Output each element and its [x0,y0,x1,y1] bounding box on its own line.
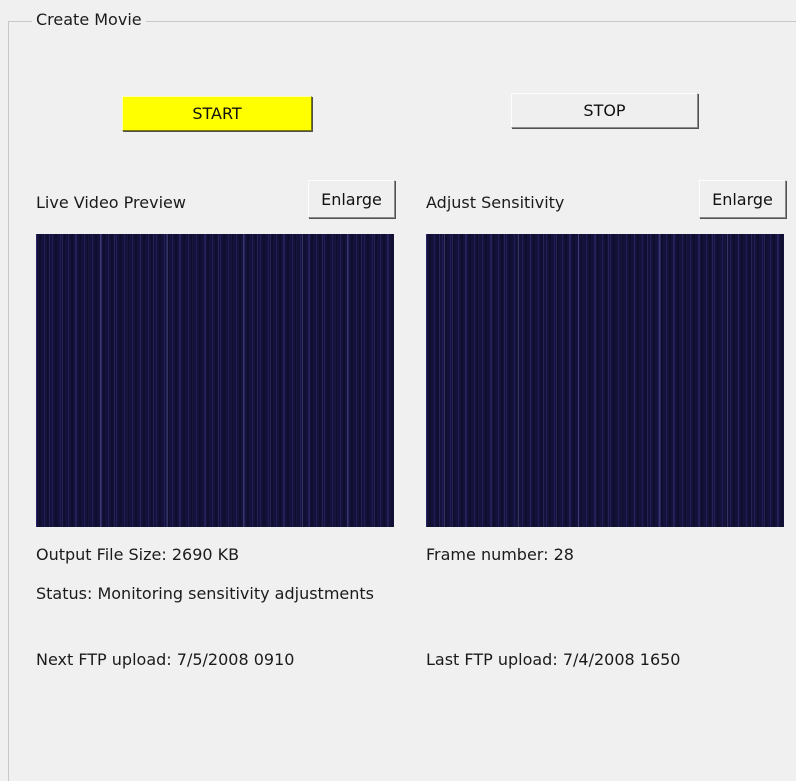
video-noise-line [659,234,660,527]
stop-button[interactable]: STOP [511,93,698,128]
start-button[interactable]: START [122,96,312,131]
last-ftp-upload-text: Last FTP upload: 7/4/2008 1650 [426,650,681,669]
video-noise-line [167,234,168,527]
video-noise-line [578,234,579,527]
next-ftp-upload-text: Next FTP upload: 7/5/2008 0910 [36,650,295,669]
video-noise-line [444,234,445,527]
video-noise-line [243,234,244,527]
live-video-preview [36,234,394,527]
video-noise-line [100,234,101,527]
adjust-sensitivity-label: Adjust Sensitivity [426,193,565,212]
output-file-size-text: Output File Size: 2690 KB [36,545,240,564]
enlarge-sensitivity-button[interactable]: Enlarge [699,180,786,218]
enlarge-live-preview-button[interactable]: Enlarge [308,180,395,218]
video-noise-line [347,234,348,527]
status-text: Status: Monitoring sensitivity adjustmen… [36,584,375,603]
video-noise-line [727,234,728,527]
sensitivity-preview [426,234,784,527]
video-noise-line [518,234,519,527]
group-title: Create Movie [32,10,146,30]
video-noise-line [302,234,303,527]
live-video-preview-label: Live Video Preview [36,193,186,212]
frame-number-text: Frame number: 28 [426,545,574,564]
